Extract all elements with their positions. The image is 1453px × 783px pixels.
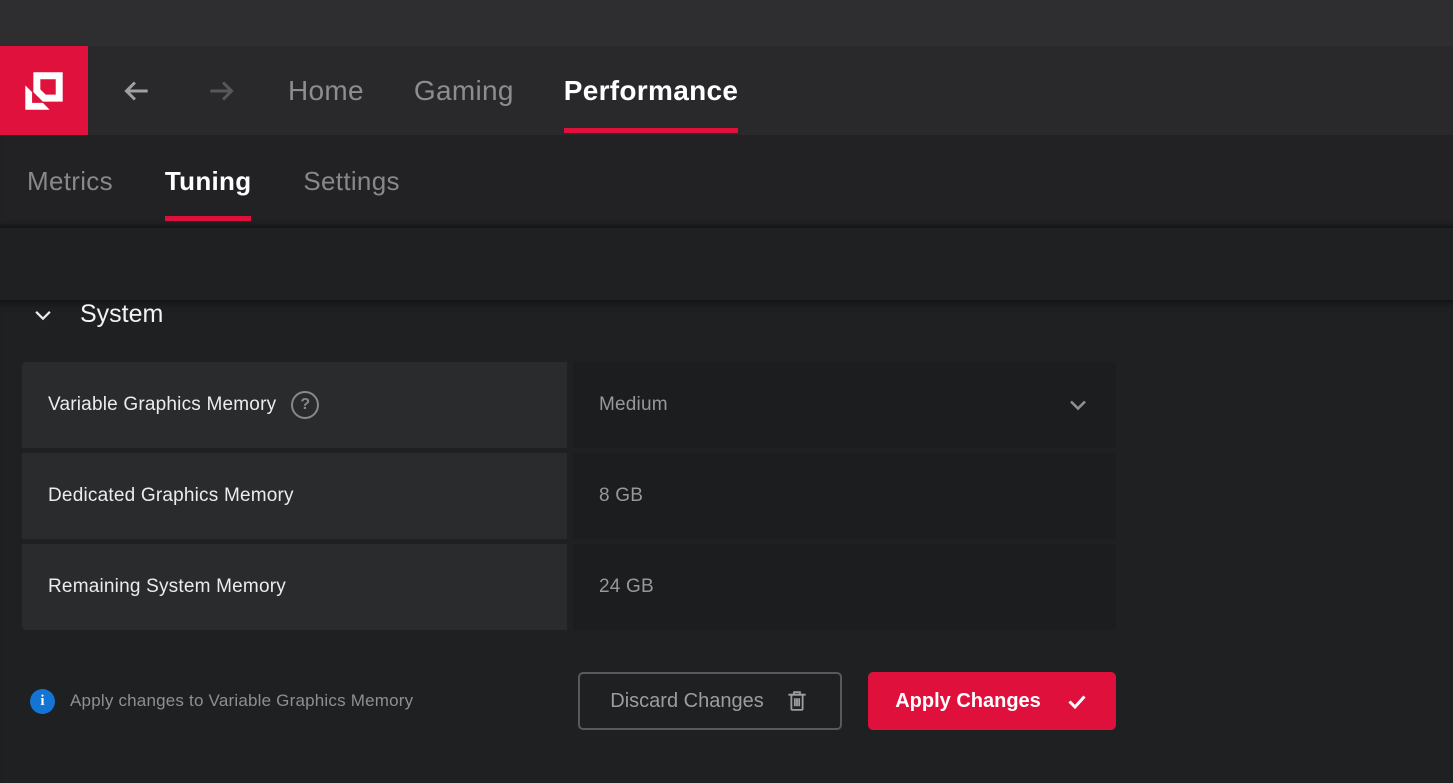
setting-label: Remaining System Memory	[48, 576, 286, 598]
amd-arrow-icon	[22, 69, 66, 113]
setting-label: Variable Graphics Memory	[48, 394, 276, 416]
table-row-variable-graphics-memory: Variable Graphics Memory ? Medium	[22, 362, 1116, 448]
chevron-down-icon	[32, 304, 54, 326]
table-row-dedicated-graphics-memory: Dedicated Graphics Memory 8 GB	[22, 453, 1116, 539]
amd-logo[interactable]	[0, 46, 88, 135]
help-icon[interactable]: ?	[291, 391, 319, 419]
subtab-tuning-label: Tuning	[165, 166, 252, 197]
active-subtab-underline	[165, 216, 252, 221]
setting-value: 24 GB	[599, 576, 654, 598]
arrow-right-icon	[205, 74, 239, 108]
trash-icon	[784, 688, 810, 714]
apply-note: i Apply changes to Variable Graphics Mem…	[22, 689, 413, 714]
performance-subnav: Metrics Tuning Settings	[0, 135, 1453, 228]
apply-changes-button[interactable]: Apply Changes	[868, 672, 1116, 730]
section-title: System	[80, 300, 163, 329]
variable-graphics-memory-dropdown[interactable]: Medium	[573, 362, 1116, 448]
main-nav: Home Gaming Performance	[288, 46, 738, 135]
subtab-tuning[interactable]: Tuning	[165, 135, 252, 228]
setting-value: 8 GB	[599, 485, 643, 507]
tab-home[interactable]: Home	[288, 46, 364, 135]
checkmark-icon	[1065, 689, 1089, 713]
tab-performance[interactable]: Performance	[564, 46, 739, 135]
table-row-remaining-system-memory: Remaining System Memory 24 GB	[22, 544, 1116, 630]
dropdown-selected-value: Medium	[599, 394, 668, 416]
setting-label: Dedicated Graphics Memory	[48, 485, 294, 507]
active-tab-underline	[564, 128, 739, 133]
actions-footer: i Apply changes to Variable Graphics Mem…	[22, 672, 1116, 730]
subtab-settings-label: Settings	[303, 166, 399, 197]
back-button[interactable]	[114, 46, 158, 135]
tab-gaming[interactable]: Gaming	[414, 46, 514, 135]
app-header: Home Gaming Performance	[0, 46, 1453, 135]
subtab-metrics-label: Metrics	[27, 166, 113, 197]
tab-home-label: Home	[288, 75, 364, 107]
discard-changes-button[interactable]: Discard Changes	[578, 672, 842, 730]
setting-value-cell: 24 GB	[573, 544, 1116, 630]
forward-button[interactable]	[200, 46, 244, 135]
setting-value-cell: 8 GB	[573, 453, 1116, 539]
subtab-metrics[interactable]: Metrics	[27, 135, 113, 228]
arrow-left-icon	[119, 74, 153, 108]
tab-performance-label: Performance	[564, 75, 739, 107]
subtab-settings[interactable]: Settings	[303, 135, 399, 228]
setting-label-cell: Variable Graphics Memory ?	[22, 362, 567, 448]
window-titlebar[interactable]	[0, 0, 1453, 46]
info-icon: i	[30, 689, 55, 714]
apply-changes-label: Apply Changes	[895, 690, 1041, 713]
tab-gaming-label: Gaming	[414, 75, 514, 107]
system-section-header[interactable]: System	[32, 300, 252, 329]
setting-label-cell: Dedicated Graphics Memory	[22, 453, 567, 539]
chevron-down-icon	[1066, 393, 1090, 417]
apply-note-text: Apply changes to Variable Graphics Memor…	[70, 691, 413, 711]
system-settings-table: Variable Graphics Memory ? Medium Dedica…	[22, 362, 1116, 630]
tuning-content: System Variable Graphics Memory ? Medium…	[0, 300, 1453, 783]
setting-label-cell: Remaining System Memory	[22, 544, 567, 630]
discard-changes-label: Discard Changes	[610, 690, 763, 713]
